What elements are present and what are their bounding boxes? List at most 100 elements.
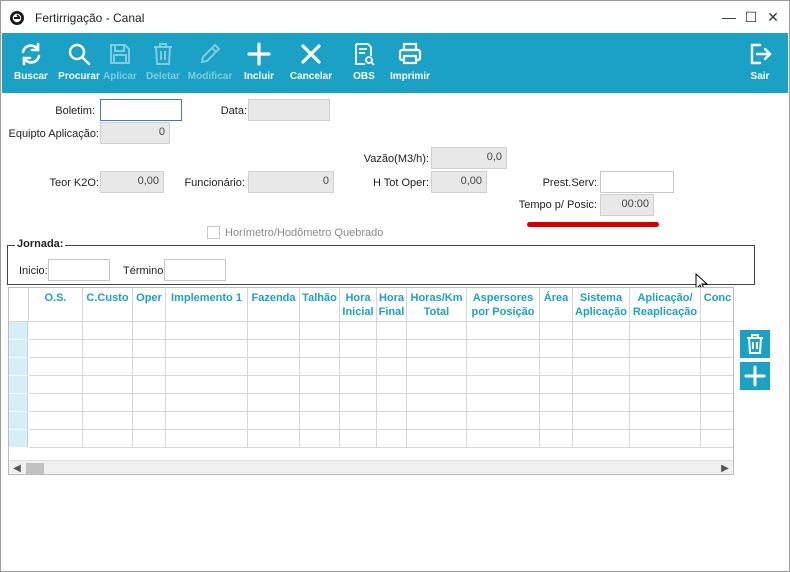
row-header[interactable]	[9, 430, 28, 448]
table-cell[interactable]	[248, 322, 300, 340]
table-cell[interactable]	[166, 430, 248, 448]
table-cell[interactable]	[248, 412, 300, 430]
prest-serv-input[interactable]	[600, 171, 674, 193]
scroll-left-icon[interactable]: ◀	[11, 461, 23, 474]
table-cell[interactable]	[300, 322, 340, 340]
table-cell[interactable]	[467, 322, 540, 340]
table-cell[interactable]	[166, 376, 248, 394]
inicio-input[interactable]	[48, 259, 110, 281]
table-cell[interactable]	[701, 376, 733, 394]
table-cell[interactable]	[300, 340, 340, 358]
imprimir-button[interactable]: Imprimir	[388, 33, 432, 93]
data-input[interactable]	[248, 99, 330, 121]
table-cell[interactable]	[300, 376, 340, 394]
table-cell[interactable]	[630, 430, 701, 448]
table-cell[interactable]	[540, 358, 573, 376]
row-header[interactable]	[9, 376, 28, 394]
table-cell[interactable]	[377, 358, 407, 376]
table-cell[interactable]	[701, 394, 733, 412]
table-cell[interactable]	[300, 412, 340, 430]
table-cell[interactable]	[29, 340, 83, 358]
table-cell[interactable]	[166, 358, 248, 376]
table-cell[interactable]	[133, 340, 166, 358]
data-grid[interactable]: O.S. C.Custo Oper Implemento 1 Fazenda Talhão…	[8, 287, 734, 475]
column-header[interactable]: Oper	[133, 288, 166, 322]
aplicar-button[interactable]: Aplicar	[102, 33, 138, 93]
column-header[interactable]: Horas/Km Total	[407, 288, 467, 322]
delete-row-button[interactable]	[740, 330, 770, 358]
table-cell[interactable]	[166, 394, 248, 412]
table-cell[interactable]	[467, 430, 540, 448]
table-cell[interactable]	[540, 394, 573, 412]
table-cell[interactable]	[701, 340, 733, 358]
table-cell[interactable]	[377, 394, 407, 412]
vazao-input[interactable]: 0,0	[431, 147, 507, 169]
scroll-right-icon[interactable]: ▶	[719, 461, 731, 474]
table-cell[interactable]	[573, 322, 630, 340]
table-cell[interactable]	[83, 412, 133, 430]
cancelar-button[interactable]: Cancelar	[288, 33, 334, 93]
table-cell[interactable]	[248, 394, 300, 412]
table-cell[interactable]	[300, 430, 340, 448]
column-header[interactable]: O.S.	[29, 288, 83, 322]
table-cell[interactable]	[630, 412, 701, 430]
table-cell[interactable]	[340, 394, 377, 412]
table-cell[interactable]	[83, 394, 133, 412]
table-cell[interactable]	[467, 340, 540, 358]
table-cell[interactable]	[540, 430, 573, 448]
table-cell[interactable]	[83, 376, 133, 394]
table-cell[interactable]	[340, 340, 377, 358]
table-cell[interactable]	[630, 394, 701, 412]
termino-input[interactable]	[164, 259, 226, 281]
table-cell[interactable]	[701, 430, 733, 448]
table-cell[interactable]	[407, 430, 467, 448]
table-cell[interactable]	[540, 322, 573, 340]
table-cell[interactable]	[248, 376, 300, 394]
table-cell[interactable]	[29, 376, 83, 394]
column-header[interactable]: Conc	[701, 288, 733, 322]
table-cell[interactable]	[248, 358, 300, 376]
table-cell[interactable]	[630, 376, 701, 394]
obs-button[interactable]: OBS	[348, 33, 380, 93]
table-cell[interactable]	[166, 340, 248, 358]
table-cell[interactable]	[573, 394, 630, 412]
table-cell[interactable]	[133, 376, 166, 394]
row-header[interactable]	[9, 340, 28, 358]
table-cell[interactable]	[29, 322, 83, 340]
table-cell[interactable]	[377, 376, 407, 394]
column-header[interactable]: Aplicação/Reaplicação	[630, 288, 701, 322]
column-header[interactable]: C.Custo	[83, 288, 133, 322]
table-cell[interactable]	[407, 340, 467, 358]
table-cell[interactable]	[83, 358, 133, 376]
scroll-thumb[interactable]	[26, 463, 44, 474]
table-cell[interactable]	[573, 430, 630, 448]
add-row-button[interactable]	[740, 362, 770, 390]
table-cell[interactable]	[377, 430, 407, 448]
buscar-button[interactable]: Buscar	[10, 33, 52, 93]
table-cell[interactable]	[467, 412, 540, 430]
table-cell[interactable]	[701, 322, 733, 340]
table-cell[interactable]	[701, 412, 733, 430]
table-cell[interactable]	[300, 358, 340, 376]
horizontal-scrollbar[interactable]: ◀ ▶	[9, 460, 733, 474]
table-cell[interactable]	[133, 412, 166, 430]
tempo-posic-input[interactable]: 00:00	[600, 194, 654, 216]
table-cell[interactable]	[540, 412, 573, 430]
table-cell[interactable]	[407, 394, 467, 412]
table-cell[interactable]	[467, 358, 540, 376]
column-header[interactable]: Área	[540, 288, 573, 322]
table-cell[interactable]	[573, 376, 630, 394]
table-cell[interactable]	[29, 358, 83, 376]
table-cell[interactable]	[407, 376, 467, 394]
row-header[interactable]	[9, 412, 28, 430]
column-header[interactable]: Implemento 1	[166, 288, 248, 322]
table-cell[interactable]	[407, 322, 467, 340]
table-cell[interactable]	[83, 430, 133, 448]
row-header[interactable]	[9, 394, 28, 412]
table-cell[interactable]	[166, 412, 248, 430]
table-cell[interactable]	[83, 340, 133, 358]
table-cell[interactable]	[630, 322, 701, 340]
table-cell[interactable]	[701, 358, 733, 376]
table-cell[interactable]	[467, 376, 540, 394]
table-cell[interactable]	[540, 376, 573, 394]
